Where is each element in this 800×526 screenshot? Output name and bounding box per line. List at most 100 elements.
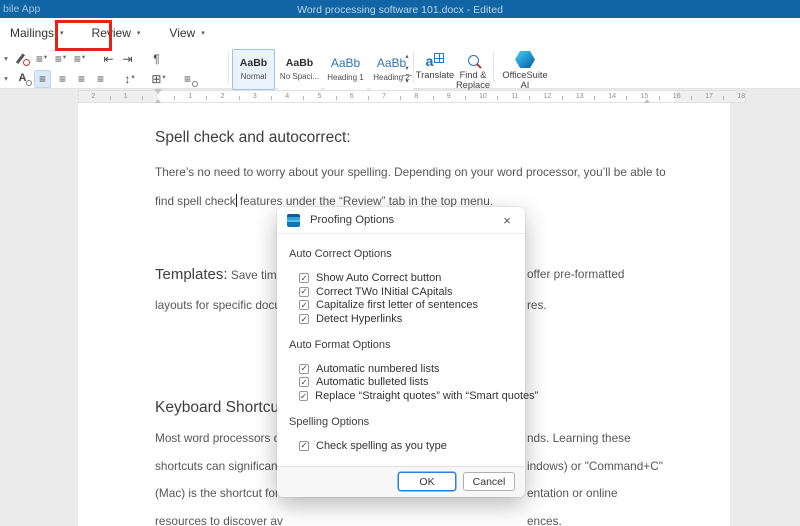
translate-button[interactable]: a Translate [416, 51, 454, 81]
ruler-tick [562, 96, 563, 100]
find-replace-button[interactable]: Find &Replace [454, 51, 492, 91]
cancel-button[interactable]: Cancel [463, 472, 515, 491]
checkbox-checked-icon[interactable]: ✓ [299, 287, 309, 297]
line-spacing-button[interactable]: ↕▾ [122, 71, 137, 87]
doc-text-fragment: nds. Learning these [527, 425, 631, 453]
dialog-title: Proofing Options [310, 214, 499, 226]
first-line-indent-marker[interactable] [154, 89, 162, 94]
ruler-tick [368, 96, 369, 100]
decrease-indent-button[interactable]: ⇤ [101, 51, 116, 67]
style-sample: AaBb [240, 58, 267, 70]
ruler-number: 14 [608, 93, 616, 100]
tab-review[interactable]: Review▾ [92, 26, 141, 40]
dropdown-caret[interactable]: ▾ [1, 71, 11, 87]
ruler-number: 1 [124, 93, 128, 100]
paragraph-mark-button[interactable]: ¶ [149, 51, 164, 67]
hexagon-ai-icon [515, 51, 535, 68]
checkbox-label: Replace “Straight quotes” with “Smart qu… [315, 390, 538, 402]
officesuite-ai-button[interactable]: OfficeSuite AI [497, 51, 553, 91]
align-left-button[interactable]: ≡ [34, 70, 51, 88]
checkbox-option[interactable]: ✓Capitalize first letter of sentences [299, 298, 513, 312]
ruler-tick [529, 96, 530, 100]
checkbox-checked-icon[interactable]: ✓ [299, 391, 308, 401]
checkbox-checked-icon[interactable]: ✓ [299, 314, 309, 324]
borders-button[interactable]: ⊞▾ [151, 71, 166, 87]
style-label: Normal [241, 72, 267, 81]
ruler-number: 6 [350, 93, 354, 100]
dialog-title-bar: Proofing Options × [277, 207, 525, 234]
ruler-tick [626, 96, 627, 100]
chevron-down-icon: ▾ [137, 29, 141, 37]
gallery-scroll-up[interactable]: ▴ [402, 51, 412, 61]
checkbox-label: Automatic bulleted lists [316, 376, 429, 388]
ruler-number: 2 [91, 93, 95, 100]
dialog-section-label: Auto Correct Options [289, 248, 513, 260]
ruler-tick [239, 96, 240, 100]
checkbox-option[interactable]: ✓Replace “Straight quotes” with “Smart q… [299, 389, 513, 403]
ruler-tick [465, 96, 466, 100]
proofing-options-dialog: Proofing Options × Auto Correct Options ✓… [277, 207, 525, 497]
ribbon-separator [493, 52, 494, 83]
doc-text-fragment: (Mac) is the shortcut for [155, 486, 279, 500]
style-card-normal[interactable]: AaBb Normal [232, 49, 275, 90]
font-settings-button[interactable]: A [15, 71, 30, 87]
dropdown-caret[interactable]: ▾ [1, 51, 11, 67]
checkbox-label: Check spelling as you type [316, 440, 447, 452]
ruler-tick [433, 96, 434, 100]
paragraph-settings-button[interactable]: ≡ [180, 71, 195, 87]
style-gallery: AaBbNormalAaBbNo Spaci...AaBbHeading 1Aa… [232, 49, 413, 90]
checkbox-label: Correct TWo INitial CApitals [316, 286, 453, 298]
numbered-list-button[interactable]: ≡▾ [53, 51, 68, 67]
checkbox-option[interactable]: ✓Show Auto Correct button [299, 271, 513, 285]
ruler-tick [497, 96, 498, 100]
checkbox-checked-icon[interactable]: ✓ [299, 273, 309, 283]
translate-label: Translate [416, 71, 454, 81]
align-center-button[interactable]: ≡ [55, 71, 70, 87]
ribbon: ▾≡▾≡▾≡▾⇤⇥¶▾A≡≡≡≡↕▾⊞▾≡ AaBbNormalAaBbNo S… [0, 47, 800, 89]
gallery-scroll-down[interactable]: ▾ [402, 63, 412, 73]
doc-text-fragment: entation or online [527, 480, 618, 508]
ruler-number: 17 [705, 93, 713, 100]
checkbox-checked-icon[interactable]: ✓ [299, 300, 309, 310]
checkbox-option[interactable]: ✓Detect Hyperlinks [299, 312, 513, 326]
horizontal-ruler[interactable]: 12345678910111213141516171821 [78, 90, 746, 103]
dialog-footer: OK Cancel [277, 466, 525, 497]
multilevel-list-button[interactable]: ≡▾ [72, 51, 87, 67]
style-card-heading-1[interactable]: AaBbHeading 1 [324, 49, 367, 90]
ruler-number: 10 [479, 93, 487, 100]
ribbon-separator [228, 52, 229, 83]
checkbox-checked-icon[interactable]: ✓ [299, 441, 309, 451]
document-app-icon [287, 214, 300, 227]
doc-paragraph-keyboard-shortcuts: Most word processors onds. Learning thes… [155, 425, 283, 526]
close-icon[interactable]: × [499, 213, 515, 228]
ruler-number: 11 [511, 93, 518, 100]
ruler-tick [691, 96, 692, 100]
bullet-list-button[interactable]: ≡▾ [34, 51, 49, 67]
style-sample: AaBb [286, 58, 313, 70]
increase-indent-button[interactable]: ⇥ [120, 51, 135, 67]
ruler-tick [206, 96, 207, 100]
ruler-tick [336, 96, 337, 100]
justify-button[interactable]: ≡ [93, 71, 108, 87]
tab-label: Mailings [10, 26, 54, 40]
checkbox-option[interactable]: ✓Automatic numbered lists [299, 362, 513, 376]
ok-button[interactable]: OK [398, 472, 456, 491]
checkbox-checked-icon[interactable]: ✓ [299, 364, 309, 374]
tab-mailings[interactable]: Mailings▾ [10, 26, 64, 40]
tab-view[interactable]: View▾ [169, 26, 204, 40]
checkbox-checked-icon[interactable]: ✓ [299, 377, 309, 387]
spelling-color-icon[interactable] [15, 53, 30, 65]
style-card-no-spaci-[interactable]: AaBb No Spaci... [278, 49, 321, 90]
align-right-button[interactable]: ≡ [74, 71, 89, 87]
checkbox-option[interactable]: ✓ Automatic bulleted lists [299, 375, 513, 389]
dialog-option-group: ✓Show Auto Correct button✓Correct TWo IN… [289, 271, 513, 326]
style-label: No Spaci... [280, 72, 319, 81]
checkbox-option[interactable]: ✓ Check spelling as you type [299, 439, 513, 453]
ruler-number: 15 [641, 93, 649, 100]
checkbox-option[interactable]: ✓ Correct TWo INitial CApitals [299, 285, 513, 299]
ruler-tick [303, 96, 304, 100]
dialog-option-group: ✓Automatic numbered lists✓Automatic bull… [289, 362, 513, 403]
ruler-tick [142, 96, 143, 100]
officesuite-ai-label: OfficeSuite AI [497, 71, 553, 91]
gallery-more[interactable]: ▾ [402, 75, 412, 85]
